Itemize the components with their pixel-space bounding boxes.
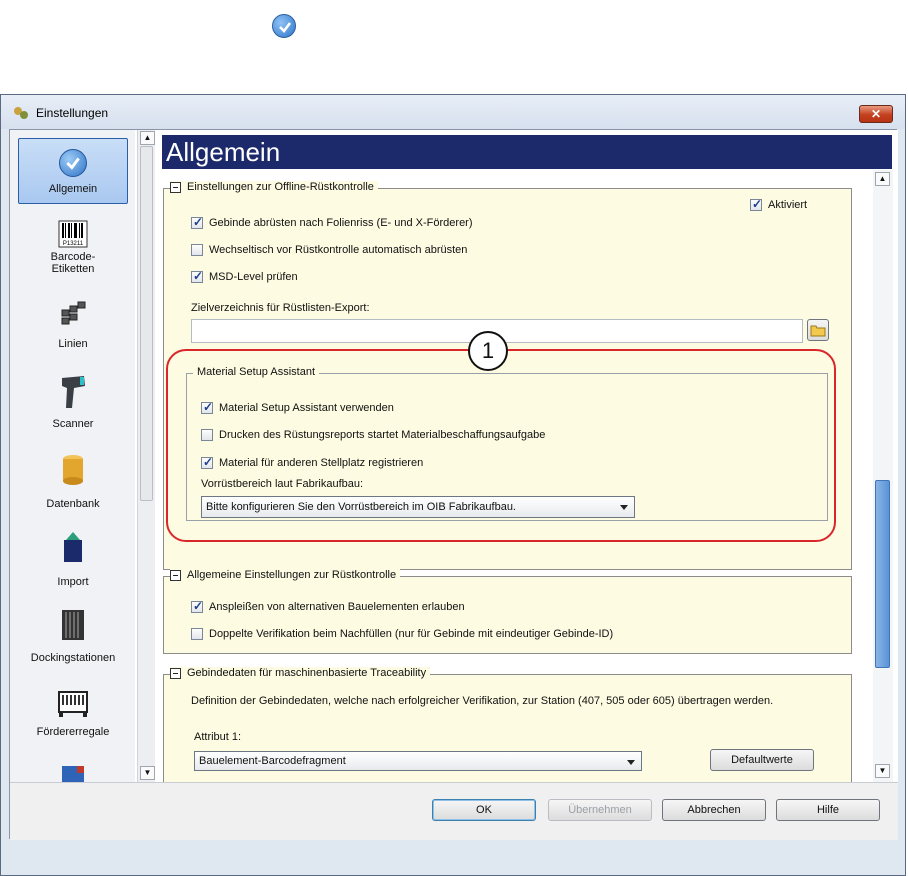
- content-scrollbar[interactable]: ▲ ▼: [873, 170, 893, 782]
- highlight-annotation: [166, 349, 836, 542]
- dialog-footer: OK Übernehmen Abbrechen Hilfe: [10, 782, 898, 840]
- nav-item-allgemein[interactable]: Allgemein: [18, 138, 128, 204]
- attribut-dropdown[interactable]: Bauelement-Barcodefragment: [194, 751, 642, 771]
- scroll-down-icon[interactable]: ▼: [875, 764, 890, 778]
- cb-wechseltisch[interactable]: Wechseltisch vor Rüstkontrolle automatis…: [191, 244, 467, 256]
- folder-icon: [810, 325, 826, 337]
- nav-item-datenbank[interactable]: Datenbank: [18, 454, 128, 510]
- barcode-scanner-icon: [62, 376, 85, 408]
- nav-label: Scanner: [52, 418, 94, 430]
- browse-folder-button[interactable]: [807, 319, 829, 341]
- cancel-button[interactable]: Abbrechen: [662, 799, 766, 821]
- cb-msd-level[interactable]: MSD-Level prüfen: [191, 269, 298, 283]
- nav-label: Allgemein: [48, 183, 98, 195]
- category-sidebar: Allgemein P13211 Barcode- Etiketten Lini…: [10, 130, 135, 782]
- nav-item-barcode-etiketten[interactable]: P13211 Barcode- Etiketten: [18, 220, 128, 282]
- import-icon: [64, 532, 82, 562]
- group-title: Gebindedaten für maschinenbasierte Trace…: [187, 667, 427, 679]
- apply-button[interactable]: Übernehmen: [548, 799, 652, 821]
- svg-text:P13211: P13211: [63, 241, 84, 247]
- machine-icon: [62, 766, 84, 782]
- database-icon: [63, 455, 83, 485]
- traceability-description: Definition der Gebindedaten, welche nach…: [191, 695, 774, 707]
- conveyor-rack-icon: [58, 691, 88, 717]
- cb-anspleissen[interactable]: Anspleißen von alternativen Bauelementen…: [191, 599, 465, 613]
- nav-item-more[interactable]: [18, 764, 128, 782]
- scroll-up-icon[interactable]: ▲: [140, 131, 155, 145]
- docking-station-icon: [62, 610, 84, 640]
- check-circle-icon: [59, 149, 87, 177]
- help-button[interactable]: Hilfe: [776, 799, 880, 821]
- window-title: Einstellungen: [36, 106, 109, 120]
- group-title: Allgemeine Einstellungen zur Rüstkontrol…: [187, 569, 397, 581]
- nav-label: Dockingstationen: [30, 652, 116, 664]
- check-circle-icon: [272, 14, 296, 38]
- sidebar-scrollbar[interactable]: ▲ ▼: [137, 130, 155, 782]
- aktiviert-checkbox[interactable]: Aktiviert: [750, 197, 807, 211]
- collapse-icon[interactable]: [170, 667, 181, 679]
- nav-item-foerdererregale[interactable]: Fördererregale: [18, 688, 128, 744]
- scroll-up-icon[interactable]: ▲: [875, 172, 890, 186]
- collapse-icon[interactable]: [170, 569, 181, 581]
- close-button[interactable]: ✕: [859, 105, 893, 123]
- ok-button[interactable]: OK: [432, 799, 536, 821]
- nav-item-linien[interactable]: Linien: [18, 300, 128, 352]
- production-line-icon: [61, 301, 86, 325]
- title-bar: Einstellungen ✕: [1, 95, 905, 129]
- settings-app-icon: [14, 107, 28, 119]
- nav-label: Fördererregale: [36, 726, 110, 738]
- collapse-icon[interactable]: [170, 181, 181, 193]
- nav-label: Import: [57, 576, 89, 588]
- checkbox-checked[interactable]: [750, 197, 762, 211]
- nav-item-scanner[interactable]: Scanner: [18, 374, 128, 430]
- nav-item-dockingstationen[interactable]: Dockingstationen: [18, 608, 128, 664]
- barcode-icon: P13211: [58, 220, 88, 248]
- nav-item-import[interactable]: Import: [18, 530, 128, 588]
- group-title: Einstellungen zur Offline-Rüstkontrolle: [187, 181, 374, 193]
- scrollbar-thumb[interactable]: [875, 480, 890, 668]
- scroll-down-icon[interactable]: ▼: [140, 766, 155, 780]
- cb-gebinde-abruesten[interactable]: Gebinde abrüsten nach Folienriss (E- und…: [191, 215, 473, 229]
- scrollbar-thumb[interactable]: [140, 146, 153, 501]
- traceability-group: Gebindedaten für maschinenbasierte Trace…: [163, 667, 852, 782]
- cb-doppelte-verifikation[interactable]: Doppelte Verifikation beim Nachfüllen (n…: [191, 628, 613, 640]
- defaultwerte-button[interactable]: Defaultwerte: [710, 749, 814, 771]
- nav-label: Barcode- Etiketten: [50, 251, 96, 275]
- callout-number: 1: [468, 331, 508, 371]
- chevron-down-icon: [627, 760, 635, 765]
- nav-label: Datenbank: [46, 498, 100, 510]
- nav-label: Linien: [58, 338, 88, 350]
- attribut-label: Attribut 1:: [194, 731, 242, 743]
- page-title: Allgemein: [162, 135, 892, 169]
- general-setup-group: Allgemeine Einstellungen zur Rüstkontrol…: [163, 569, 852, 654]
- zielverzeichnis-label: Zielverzeichnis für Rüstlisten-Export:: [191, 302, 370, 314]
